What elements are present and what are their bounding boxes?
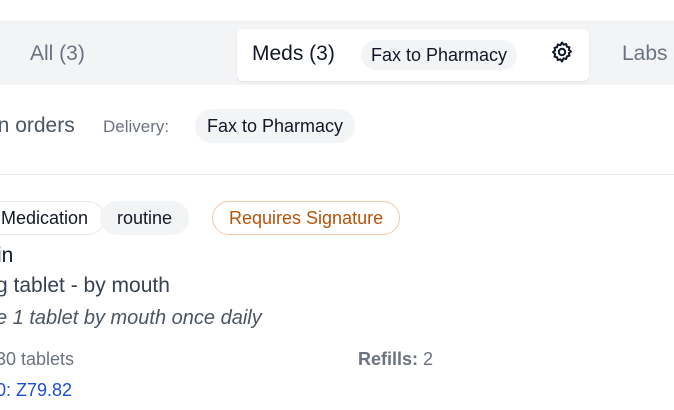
tab-meds-label: Meds (3) [252, 42, 335, 65]
medication-form: g tablet - by mouth [0, 274, 170, 297]
gear-icon[interactable] [550, 40, 574, 64]
delivery-method-pill[interactable]: Fax to Pharmacy [195, 109, 356, 143]
diagnosis-code-link[interactable]: 0: Z79.82 [0, 380, 72, 401]
orders-header: on orders Delivery: Fax to Pharmacy [0, 108, 674, 144]
tab-meds[interactable]: Meds (3) Fax to Pharmacy [237, 29, 589, 81]
refills: Refills: 2 [358, 349, 433, 370]
tab-all[interactable]: All (3) [30, 42, 85, 66]
order-type-tag: Medication [0, 201, 106, 235]
priority-tag: routine [100, 201, 190, 235]
divider [0, 174, 674, 175]
refills-label: Refills: [358, 349, 419, 369]
refills-value: 2 [423, 349, 434, 369]
medication-sig: e 1 tablet by mouth once daily [0, 307, 262, 329]
requires-signature-tag: Requires Signature [212, 201, 401, 235]
orders-title: on orders [0, 114, 75, 137]
medication-name: rin [0, 244, 14, 267]
meds-delivery-badge: Fax to Pharmacy [361, 40, 518, 70]
delivery-label: Delivery: [103, 117, 170, 136]
medication-quantity: 30 tablets [0, 349, 75, 369]
tab-labs[interactable]: Labs [622, 42, 668, 66]
order-tabs: All (3) Meds (3) Fax to Pharmacy Labs [0, 21, 674, 85]
order-tags: Medication routine Requires Signature [0, 201, 674, 235]
